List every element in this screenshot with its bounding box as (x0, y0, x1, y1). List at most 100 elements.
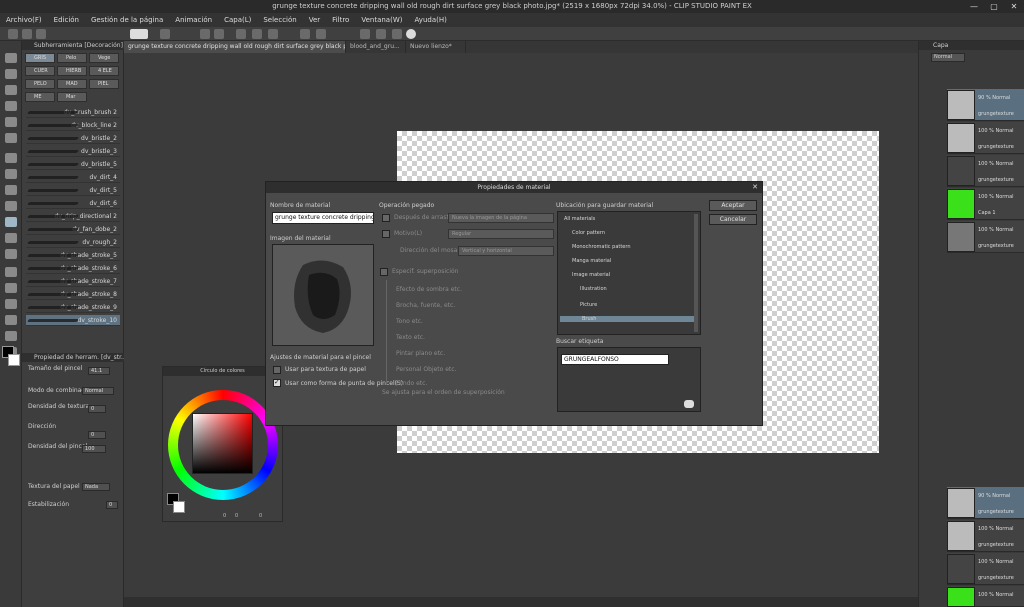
open-file-icon[interactable] (22, 29, 32, 39)
decoration-tool-icon[interactable] (5, 217, 17, 227)
brush-item[interactable]: dv_shade_stroke_7 (26, 276, 120, 287)
brush-item[interactable]: dv_shade_stroke_6 (26, 263, 120, 274)
menu-capa[interactable]: Capa(L) (224, 16, 251, 24)
tree-item-all-materials[interactable]: All materials (564, 216, 595, 222)
layer-row[interactable]: 90 % Normal grungetexture (947, 89, 1024, 121)
subtool-group-pelo[interactable]: Pelo (57, 53, 87, 63)
pen-tool-icon[interactable] (5, 153, 17, 163)
cancel-button[interactable]: Cancelar (709, 214, 757, 225)
texture-density-value[interactable]: 0 (88, 405, 106, 413)
overlay-checkbox[interactable] (380, 268, 388, 276)
overlay-slider-track[interactable] (386, 280, 387, 385)
ruler-icon[interactable] (376, 29, 386, 39)
new-file-icon[interactable] (8, 29, 18, 39)
brush-item[interactable]: dv_bristle_2 (26, 133, 120, 144)
tiling-dropdown[interactable]: Vertical y horizontal (458, 246, 554, 256)
close-window-button[interactable]: ✕ (1008, 1, 1020, 12)
crop-icon[interactable] (300, 29, 310, 39)
maximize-button[interactable]: ▢ (988, 1, 1000, 12)
pencil-tool-icon[interactable] (5, 169, 17, 179)
layer-row[interactable]: 100 % Normal grungetexture (947, 520, 1024, 552)
brush-tip-checkbox[interactable] (273, 378, 281, 387)
subtool-group-cuer[interactable]: CUER (25, 66, 55, 76)
snap-icon[interactable] (360, 29, 370, 39)
eyedropper-tool-icon[interactable] (5, 133, 17, 143)
tab-grunge-texture[interactable]: grunge texture concrete dripping wall ol… (124, 41, 346, 53)
saturation-value-square[interactable] (192, 413, 253, 474)
brush-item[interactable]: dv_brush_brush 2 (26, 107, 120, 118)
subtool-group-pelo2[interactable]: PELO (25, 79, 55, 89)
subtool-group-gris[interactable]: GRIS (25, 53, 55, 63)
zoom-tool-icon[interactable] (5, 53, 17, 63)
brush-item[interactable]: dv_rough_2 (26, 237, 120, 248)
auto-select-tool-icon[interactable] (5, 117, 17, 127)
layer-row[interactable]: 100 % Normal grungetexture (947, 553, 1024, 585)
brush-item-selected[interactable]: dv_stroke_10 (26, 315, 120, 326)
tree-item-illustration[interactable]: Illustration (580, 286, 607, 292)
brush-item[interactable]: dv_block_line 2 (26, 120, 120, 131)
transform-icon[interactable] (236, 29, 246, 39)
brush-tool-icon[interactable] (5, 185, 17, 195)
help-icon[interactable] (406, 29, 416, 39)
settings-icon[interactable] (160, 29, 170, 39)
menu-ayuda[interactable]: Ayuda(H) (414, 16, 446, 24)
figure-tool-icon[interactable] (5, 299, 17, 309)
direction-value[interactable]: 0 (88, 431, 106, 439)
subtool-group-me[interactable]: ME (25, 92, 55, 102)
fill-icon[interactable] (316, 29, 326, 39)
gradient-tool-icon[interactable] (5, 283, 17, 293)
add-tag-icon[interactable] (684, 400, 694, 408)
brush-item[interactable]: dv_dirt_4 (26, 172, 120, 183)
menu-archivo[interactable]: Archivo(F) (6, 16, 42, 24)
tree-item-brush[interactable]: Brush (560, 316, 694, 322)
layer-row[interactable]: 100 % Normal grungetexture (947, 221, 1024, 253)
tree-item-color-pattern[interactable]: Color pattern (572, 230, 605, 236)
layer-row[interactable]: 90 % Normal grungetexture (947, 487, 1024, 519)
sub-color-swatch-small[interactable] (173, 501, 185, 513)
ok-button[interactable]: Aceptar (709, 200, 757, 211)
pattern-checkbox[interactable] (382, 230, 390, 238)
fill-tool-icon[interactable] (5, 267, 17, 277)
brush-item[interactable]: dv_bristle_5 (26, 159, 120, 170)
brush-item[interactable]: dv_shade_stroke_9 (26, 302, 120, 313)
move-tool-icon[interactable] (5, 69, 17, 79)
subtool-group-piel[interactable]: PIEL (89, 79, 119, 89)
tab-nuevo-lienzo[interactable]: Nuevo lienzo* (406, 41, 466, 53)
menu-ventana[interactable]: Ventana(W) (361, 16, 402, 24)
subtool-group-mar[interactable]: Mar (57, 92, 87, 102)
paper-texture-value[interactable]: Nada (82, 483, 110, 491)
tree-item-manga-material[interactable]: Manga material (572, 258, 611, 264)
invert-selection-icon[interactable] (268, 29, 278, 39)
layer-blend-mode-select[interactable]: Normal (931, 53, 965, 62)
brush-item[interactable]: dv_shade_stroke_5 (26, 250, 120, 261)
selection-tool-icon[interactable] (5, 101, 17, 111)
minimize-button[interactable]: — (968, 1, 980, 12)
brush-density-value[interactable]: 100 (82, 445, 106, 453)
tree-item-image-material[interactable]: Image material (572, 272, 610, 278)
blend-tool-icon[interactable] (5, 249, 17, 259)
dialog-close-icon[interactable]: ✕ (752, 183, 758, 192)
menu-filtro[interactable]: Filtro (332, 16, 349, 24)
menu-gestion-pagina[interactable]: Gestión de la página (91, 16, 163, 24)
tree-scrollbar[interactable] (694, 214, 698, 332)
sub-color-swatch[interactable] (8, 354, 20, 366)
tree-item-monochromatic-pattern[interactable]: Monochromatic pattern (572, 244, 631, 250)
airbrush-tool-icon[interactable] (5, 201, 17, 211)
brush-item[interactable]: dv_drip_directional 2 (26, 211, 120, 222)
menu-ver[interactable]: Ver (309, 16, 320, 24)
redo-icon[interactable] (214, 29, 224, 39)
paper-texture-checkbox[interactable] (273, 366, 281, 374)
subtool-group-mad[interactable]: MAD (57, 79, 87, 89)
undo-icon[interactable] (200, 29, 210, 39)
menu-seleccion[interactable]: Selección (263, 16, 296, 24)
brush-item[interactable]: dv_dirt_5 (26, 185, 120, 196)
brush-item[interactable]: dv_fan_dobe_2 (26, 224, 120, 235)
navigator-eye-icon[interactable] (130, 29, 148, 39)
tab-blood-grunge[interactable]: blood_and_gru... (346, 41, 406, 53)
text-tool-icon[interactable] (5, 315, 17, 325)
layer-row[interactable]: 100 % Normal (947, 586, 1024, 607)
tree-item-picture[interactable]: Picture (580, 302, 597, 308)
stabilization-value[interactable]: 0 (106, 501, 118, 509)
paste-option-dropdown[interactable]: Nueva la imagen de la página (448, 213, 554, 223)
blend-mode-select[interactable]: Normal (82, 387, 114, 395)
